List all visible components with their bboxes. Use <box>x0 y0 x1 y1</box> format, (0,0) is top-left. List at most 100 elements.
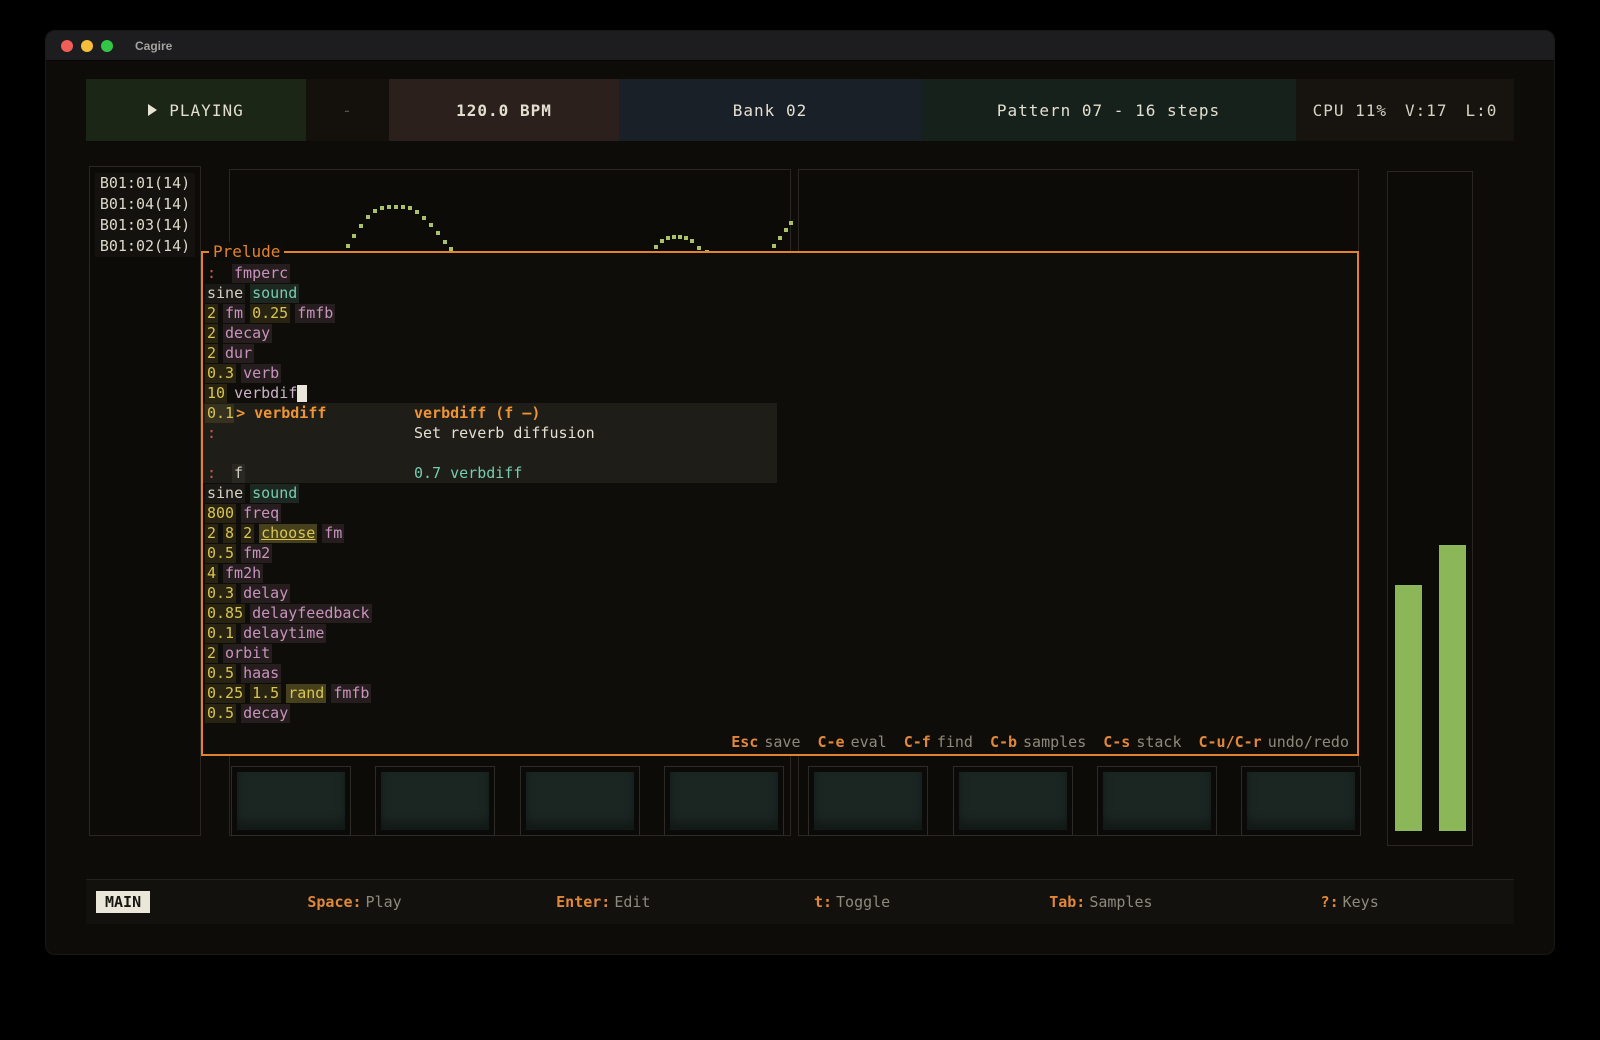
code-token: 1.5 <box>250 684 281 703</box>
popup-text: 0.7 verbdiff <box>414 464 522 482</box>
step-cell-fill <box>1247 772 1355 830</box>
close-button[interactable] <box>61 40 73 52</box>
code-line: 0.1delaytime <box>205 623 1357 643</box>
waveform-dot <box>784 228 788 232</box>
code-token: 8 <box>223 524 236 543</box>
waveform-dot <box>408 206 412 210</box>
key-hint: Space: Play <box>230 893 479 911</box>
waveform-dot <box>654 245 658 249</box>
step-cell[interactable] <box>1097 766 1217 836</box>
hint-label: Edit <box>614 893 650 911</box>
code-line <box>205 443 1357 463</box>
pattern-display[interactable]: Pattern 07 - 16 steps <box>921 79 1296 141</box>
code-line: 4 fm2h <box>205 563 1357 583</box>
shortcut-key: C-s <box>1103 733 1130 751</box>
step-cell-fill <box>814 772 922 830</box>
waveform-dot <box>690 239 694 243</box>
code-token: 800 <box>205 504 236 523</box>
hint-key: ?: <box>1321 893 1339 911</box>
step-cell[interactable] <box>808 766 928 836</box>
code-token: verbdif <box>232 384 297 403</box>
shortcut-label: samples <box>1023 733 1086 751</box>
window-title: Cagire <box>135 39 172 53</box>
waveform-dot <box>346 244 350 248</box>
shortcut-label: stack <box>1136 733 1181 751</box>
code-line: sinesound <box>205 283 1357 303</box>
code-token: sine <box>205 284 245 303</box>
code-token: fmperc <box>232 264 290 283</box>
shortcut-label: save <box>764 733 800 751</box>
waveform-dot <box>778 236 782 240</box>
code-line: 800freq <box>205 503 1357 523</box>
playing-label: PLAYING <box>169 101 243 120</box>
waveform-dot <box>789 221 793 225</box>
key-hint: ?:Keys <box>1225 893 1474 911</box>
text-cursor <box>297 385 307 402</box>
code-line: 0.3verb <box>205 363 1357 383</box>
code-editor[interactable]: Prelude :fmpercsinesound2fm0.25fmfb2deca… <box>201 251 1359 756</box>
code-line: 2orbit <box>205 643 1357 663</box>
step-cell[interactable] <box>664 766 784 836</box>
step-cell[interactable] <box>375 766 495 836</box>
step-cell-fill <box>959 772 1067 830</box>
code-line: sinesound <box>205 483 1357 503</box>
pattern-slot[interactable]: B01:04(14) <box>95 194 195 215</box>
waveform-dot <box>678 235 682 239</box>
code-token: orbit <box>223 644 272 663</box>
pattern-slot[interactable]: B01:03(14) <box>95 215 195 236</box>
code-token: fmfb <box>331 684 371 703</box>
code-token: verb <box>241 364 281 383</box>
hint-label: Play <box>366 893 402 911</box>
code-token: 10 <box>205 384 227 403</box>
code-lines: :fmpercsinesound2fm0.25fmfb2decay2dur0.3… <box>203 253 1357 723</box>
code-line: 2fm0.25fmfb <box>205 303 1357 323</box>
code-token: 2 <box>241 524 254 543</box>
shortcut-key: C-f <box>904 733 931 751</box>
key-hint: t:Toggle <box>728 893 977 911</box>
waveform-dot <box>359 224 363 228</box>
bank-display[interactable]: Bank 02 <box>619 79 921 141</box>
step-cell-fill <box>1103 772 1211 830</box>
code-token: > verbdiff <box>234 404 328 423</box>
waveform-dot <box>666 236 670 240</box>
code-line: 0.5fm2 <box>205 543 1357 563</box>
hint-key: Space: <box>307 893 361 911</box>
level-meter-bar <box>1439 545 1466 831</box>
code-token: dur <box>223 344 254 363</box>
minimize-button[interactable] <box>81 40 93 52</box>
voices-value: V:17 <box>1405 101 1448 120</box>
shortcut-key: C-b <box>990 733 1017 751</box>
code-token: fm <box>223 304 245 323</box>
code-token: 2 <box>205 524 218 543</box>
step-cell[interactable] <box>520 766 640 836</box>
code-token: sound <box>250 484 299 503</box>
code-token: haas <box>241 664 281 683</box>
mode-badge: MAIN <box>96 891 150 913</box>
step-cell[interactable] <box>231 766 351 836</box>
hint-label: Toggle <box>836 893 890 911</box>
status-line: MAIN Space:PlayEnter:Editt:ToggleTab:Sam… <box>86 879 1514 924</box>
status-hints: Space:PlayEnter:Editt:ToggleTab:Samples?… <box>150 893 1514 911</box>
code-line: 0.251.5randfmfb <box>205 683 1357 703</box>
shortcut-label: find <box>937 733 973 751</box>
code-line: 0.85delayfeedback <box>205 603 1357 623</box>
shortcut-hint: C-b samples <box>990 733 1086 751</box>
bpm-display[interactable]: 120.0 BPM <box>389 79 619 141</box>
code-token: fm2 <box>241 544 272 563</box>
waveform-dot <box>394 205 398 209</box>
code-token: fm2h <box>223 564 263 583</box>
code-line: 0.5haas <box>205 663 1357 683</box>
shortcut-label: undo/redo <box>1268 733 1349 751</box>
code-token: 0.1 <box>205 624 236 643</box>
pattern-slot[interactable]: B01:01(14) <box>95 173 195 194</box>
code-token: fmfb <box>295 304 335 323</box>
step-cell[interactable] <box>953 766 1073 836</box>
playing-status[interactable]: PLAYING <box>86 79 306 141</box>
pattern-slot[interactable]: B01:02(14) <box>95 236 195 257</box>
zoom-button[interactable] <box>101 40 113 52</box>
code-token: decay <box>223 324 272 343</box>
code-token: 4 <box>205 564 218 583</box>
step-cell[interactable] <box>1241 766 1361 836</box>
play-icon <box>148 104 157 116</box>
waveform-dot <box>387 205 391 209</box>
